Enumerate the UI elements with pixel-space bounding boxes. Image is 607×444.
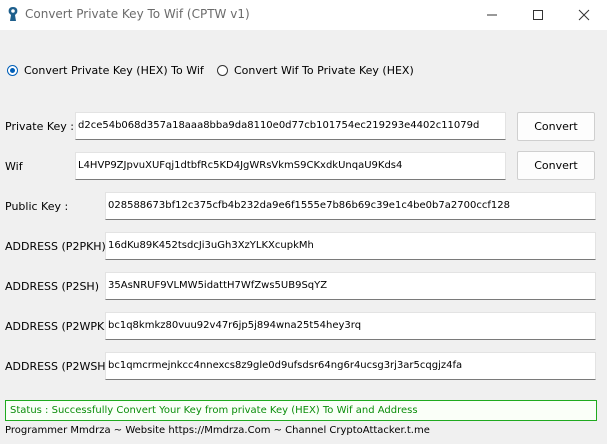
close-button[interactable] xyxy=(561,0,607,30)
private-key-label: Private Key : xyxy=(5,120,74,133)
window-title: Convert Private Key To Wif (CPTW v1) xyxy=(25,7,250,21)
public-key-label: Public Key : xyxy=(5,200,69,213)
minimize-icon xyxy=(487,14,497,16)
radio-wif-to-hex[interactable]: Convert Wif To Private Key (HEX) xyxy=(217,62,414,78)
radio-unselected-icon xyxy=(217,64,228,76)
minimize-button[interactable] xyxy=(469,0,515,30)
radio-wif-to-hex-label: Convert Wif To Private Key (HEX) xyxy=(234,63,414,77)
p2wsh-address-field[interactable]: bc1qmcrmejnkcc4nnexcs8z9gle0d9ufsdsr64ng… xyxy=(105,352,596,380)
radio-selected-icon xyxy=(7,64,18,76)
wif-input[interactable]: L4HVP9ZJpvuXUFqj1dtbfRc5KD4JgWRsVkmS9CKx… xyxy=(75,152,506,180)
p2sh-label: ADDRESS (P2SH) xyxy=(5,280,99,293)
p2pkh-label: ADDRESS (P2PKH) xyxy=(5,240,106,253)
close-icon xyxy=(578,9,590,21)
radio-hex-to-wif[interactable]: Convert Private Key (HEX) To Wif xyxy=(7,62,204,78)
private-key-input[interactable]: d2ce54b068d357a18aaa8bba9da8110e0d77cb10… xyxy=(75,112,506,140)
radio-hex-to-wif-label: Convert Private Key (HEX) To Wif xyxy=(24,63,204,77)
maximize-icon xyxy=(533,10,543,20)
status-bar: Status : Successfully Convert Your Key f… xyxy=(5,400,597,421)
convert-wif-button[interactable]: Convert xyxy=(517,151,595,180)
wif-label: Wif xyxy=(5,160,23,173)
p2wsh-label: ADDRESS (P2WSH) xyxy=(5,360,110,373)
title-bar[interactable]: Convert Private Key To Wif (CPTW v1) xyxy=(0,0,607,30)
public-key-field[interactable]: 028588673bf12c375cfb4b232da9e6f1555e7b86… xyxy=(105,192,596,220)
p2wpkh-address-field[interactable]: bc1q8kmkz80vuu92v47r6jp5j894wna25t54hey3… xyxy=(105,312,596,340)
maximize-button[interactable] xyxy=(515,0,561,30)
p2pkh-address-field[interactable]: 16dKu89K452tsdcJi3uGh3XzYLKXcupkMh xyxy=(105,232,596,260)
app-logo-icon xyxy=(6,6,20,22)
p2wpkh-label: ADDRESS (P2WPKH) xyxy=(5,320,117,333)
p2sh-address-field[interactable]: 35AsNRUF9VLMW5idattH7WfZws5UB9SqYZ xyxy=(105,272,596,300)
convert-private-key-button[interactable]: Convert xyxy=(517,112,595,141)
footer-credits: Programmer Mmdrza ~ Website https://Mmdr… xyxy=(5,425,430,436)
